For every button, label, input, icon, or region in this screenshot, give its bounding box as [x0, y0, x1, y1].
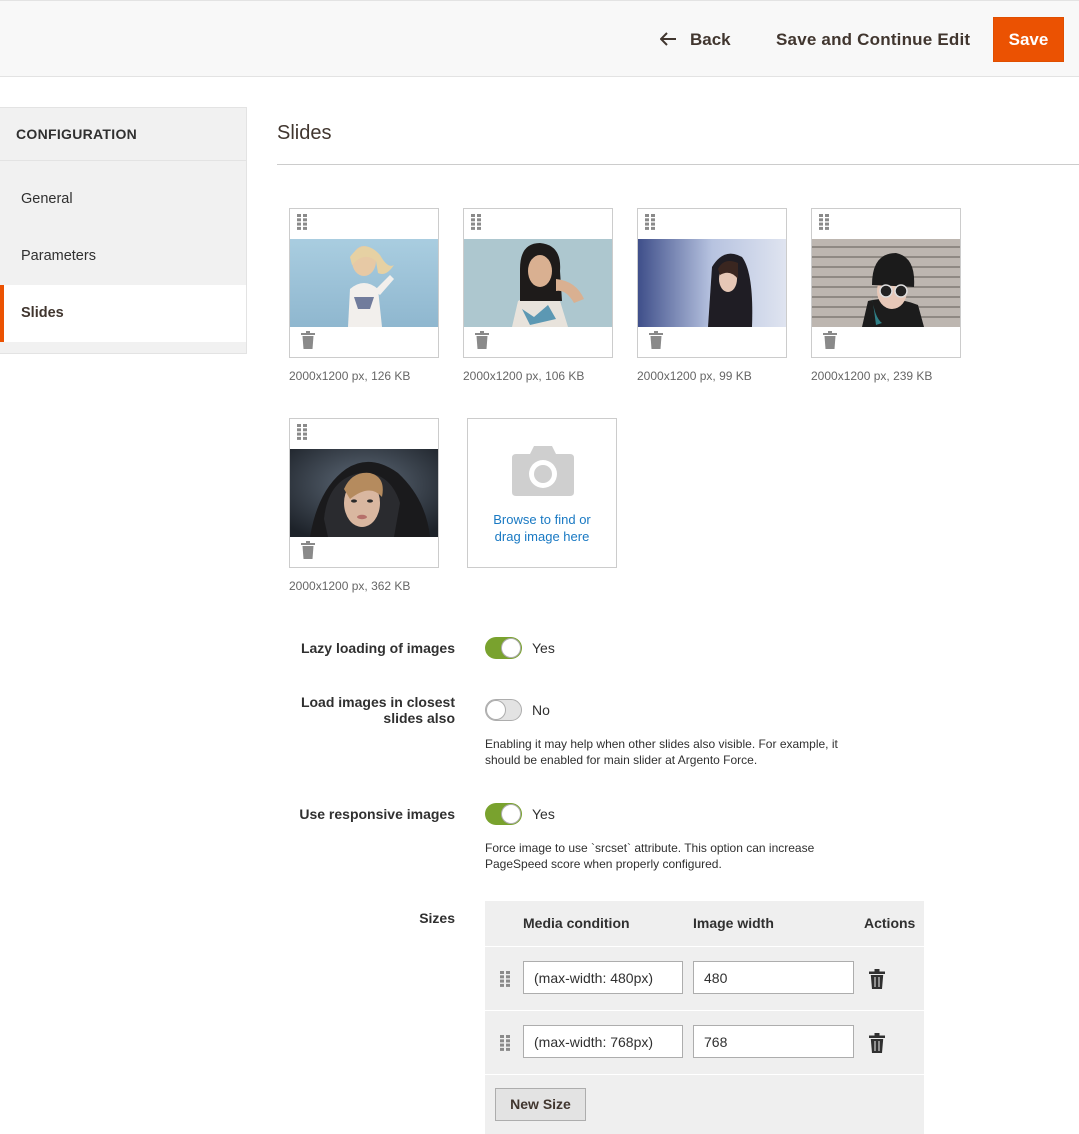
load-closest-note-line1: Enabling it may help when other slides a…: [485, 737, 838, 751]
column-header-media-condition: Media condition: [523, 915, 630, 931]
lazy-loading-toggle[interactable]: [485, 637, 522, 659]
table-row: [485, 1010, 924, 1074]
responsive-images-note-line1: Force image to use `srcset` attribute. T…: [485, 841, 815, 855]
section-divider: [277, 164, 1079, 165]
page-actions-bar: Back Save and Continue Edit Save: [0, 0, 1079, 77]
load-closest-toggle[interactable]: [485, 699, 522, 721]
upload-hint-line1: Browse to find or: [493, 512, 591, 527]
toggle-knob: [486, 700, 506, 720]
drag-handle-icon[interactable]: [500, 1035, 510, 1051]
slide-image: [464, 239, 612, 327]
load-closest-note-line2: should be enabled for main slider at Arg…: [485, 753, 758, 767]
back-button[interactable]: Back: [659, 27, 731, 53]
slide-image-tile[interactable]: [463, 208, 613, 358]
slide-image-tile[interactable]: [289, 208, 439, 358]
upload-hint-line2: drag image here: [494, 529, 590, 544]
responsive-images-label: Use responsive images: [299, 806, 455, 822]
image-meta: 2000x1200 px, 99 KB: [637, 369, 752, 383]
load-closest-label: Load images in closest slides also: [301, 694, 455, 726]
media-condition-input[interactable]: [523, 1025, 683, 1058]
image-width-input[interactable]: [693, 1025, 854, 1058]
drag-handle-icon[interactable]: [471, 214, 481, 230]
drag-handle-icon[interactable]: [819, 214, 829, 230]
column-header-image-width: Image width: [693, 915, 774, 931]
arrow-left-icon: [659, 30, 680, 51]
trash-icon[interactable]: [301, 541, 315, 559]
load-closest-note: Enabling it may help when other slides a…: [485, 736, 875, 768]
table-row: [485, 946, 924, 1010]
drag-handle-icon[interactable]: [297, 214, 307, 230]
drag-handle-icon[interactable]: [645, 214, 655, 230]
new-size-button[interactable]: New Size: [495, 1088, 586, 1121]
load-closest-label-line2: slides also: [383, 710, 455, 726]
upload-hint[interactable]: Browse to find or drag image here: [468, 511, 616, 545]
slide-image-tile[interactable]: [637, 208, 787, 358]
slide-image-tile[interactable]: [811, 208, 961, 358]
trash-icon[interactable]: [869, 969, 885, 989]
slide-image: [812, 239, 960, 327]
image-meta: 2000x1200 px, 362 KB: [289, 579, 411, 593]
image-width-input[interactable]: [693, 961, 854, 994]
responsive-images-value: Yes: [532, 806, 555, 822]
back-label: Back: [690, 30, 731, 49]
image-upload-dropzone[interactable]: Browse to find or drag image here: [467, 418, 617, 568]
drag-handle-icon[interactable]: [500, 971, 510, 987]
section-title: Slides: [277, 122, 332, 144]
load-closest-label-line1: Load images in closest: [300, 694, 455, 710]
toggle-knob: [501, 638, 521, 658]
camera-icon: [512, 446, 574, 496]
drag-handle-icon[interactable]: [297, 424, 307, 440]
save-and-continue-button[interactable]: Save and Continue Edit: [776, 27, 970, 53]
load-closest-value: No: [532, 702, 550, 718]
lazy-loading-value: Yes: [532, 640, 555, 656]
slide-image-tile[interactable]: [289, 418, 439, 568]
sizes-table: Media condition Image width Actions New …: [485, 901, 924, 1134]
save-button[interactable]: Save: [993, 17, 1064, 62]
image-meta: 2000x1200 px, 239 KB: [811, 369, 933, 383]
media-condition-input[interactable]: [523, 961, 683, 994]
toggle-knob: [501, 804, 521, 824]
slide-image: [638, 239, 786, 327]
column-header-actions: Actions: [864, 915, 916, 931]
sizes-label: Sizes: [419, 910, 455, 926]
sidebar-item-slides[interactable]: Slides: [0, 285, 246, 342]
responsive-images-note: Force image to use `srcset` attribute. T…: [485, 840, 875, 872]
trash-icon[interactable]: [869, 1033, 885, 1053]
image-meta: 2000x1200 px, 126 KB: [289, 369, 411, 383]
config-sidebar: CONFIGURATION General Parameters Slides: [0, 107, 247, 354]
sidebar-item-general[interactable]: General: [0, 171, 246, 228]
trash-icon[interactable]: [823, 331, 837, 349]
responsive-images-note-line2: PageSpeed score when properly configured…: [485, 857, 722, 871]
image-meta: 2000x1200 px, 106 KB: [463, 369, 585, 383]
trash-icon[interactable]: [301, 331, 315, 349]
slide-image: [290, 239, 438, 327]
lazy-loading-label: Lazy loading of images: [300, 640, 455, 656]
trash-icon[interactable]: [475, 331, 489, 349]
sidebar-item-parameters[interactable]: Parameters: [0, 228, 246, 285]
responsive-images-toggle[interactable]: [485, 803, 522, 825]
sidebar-title: CONFIGURATION: [0, 108, 246, 161]
slide-image: [290, 449, 438, 537]
trash-icon[interactable]: [649, 331, 663, 349]
